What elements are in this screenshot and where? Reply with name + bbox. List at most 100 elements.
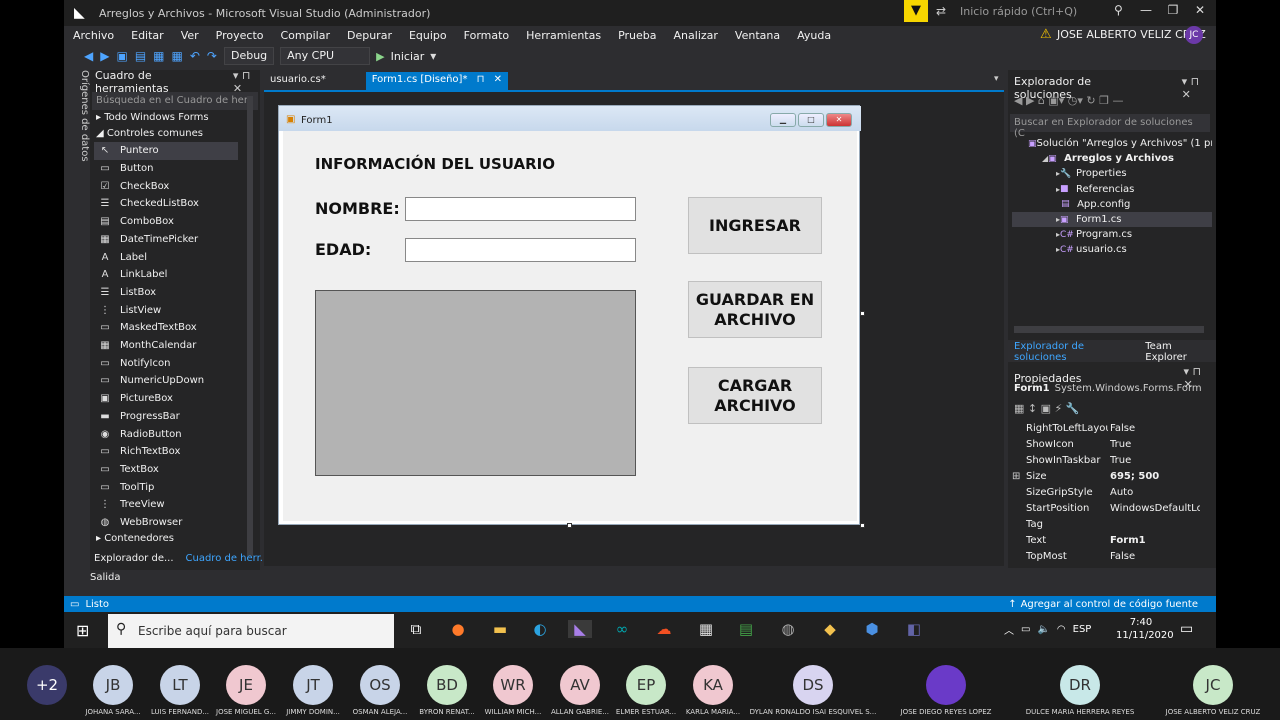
solution-search-input[interactable]: Buscar en Explorador de soluciones (C bbox=[1010, 114, 1210, 139]
menu-item-ayuda[interactable]: Ayuda bbox=[797, 29, 831, 42]
tab-toolbox[interactable]: Cuadro de herr... bbox=[186, 553, 270, 564]
game-controller-icon[interactable]: ◍ bbox=[776, 620, 800, 638]
file-explorer-icon[interactable]: ▬ bbox=[488, 620, 512, 638]
cloud-app-icon[interactable]: ☁ bbox=[652, 620, 676, 638]
menu-item-formato[interactable]: Formato bbox=[464, 29, 510, 42]
form1-window[interactable]: ▣ Form1 ▁ □ ✕ INFORMACIÓN DEL USUARIO NO… bbox=[278, 105, 861, 525]
new-project-icon[interactable]: ▣ bbox=[116, 49, 127, 63]
toolbox-item-textbox[interactable]: ▭ TextBox bbox=[94, 461, 238, 479]
user-avatar[interactable]: JC bbox=[1185, 26, 1203, 44]
solution-node[interactable]: ◢ ▣ Arreglos y Archivos bbox=[1012, 151, 1212, 166]
search-icon[interactable]: ⚲ bbox=[1114, 3, 1123, 17]
back-icon[interactable]: ◀ bbox=[84, 49, 93, 63]
resize-handle-bottom[interactable] bbox=[567, 523, 572, 528]
pin-icon[interactable]: ⊓ bbox=[477, 74, 485, 85]
tray-app-icon[interactable]: ▭ bbox=[1021, 624, 1030, 635]
toolbox-item-picturebox[interactable]: ▣ PictureBox bbox=[94, 390, 238, 408]
solution-node[interactable]: ▸ C# Program.cs bbox=[1012, 227, 1212, 242]
menu-item-ver[interactable]: Ver bbox=[181, 29, 199, 42]
toolbox-item-linklabel[interactable]: A LinkLabel bbox=[94, 266, 238, 284]
python-icon[interactable]: ◆ bbox=[818, 620, 842, 638]
forward-icon[interactable]: ▶ bbox=[100, 49, 109, 63]
close-window-button[interactable]: ✕ bbox=[1188, 3, 1212, 17]
solution-node[interactable]: ▸ ■ Referencias bbox=[1012, 182, 1212, 197]
toolbox-item-listview[interactable]: ⋮ ListView bbox=[94, 301, 238, 319]
toolbox-item-maskedtextbox[interactable]: ▭ MaskedTextBox bbox=[94, 319, 238, 337]
guardar-archivo-button[interactable]: GUARDAR EN ARCHIVO bbox=[688, 281, 822, 338]
live-share-icon[interactable]: ⇄ bbox=[936, 4, 946, 18]
participant-tile[interactable]: DS DYLAN RONALDO ISAI ESQUIVEL S... bbox=[747, 648, 879, 720]
start-button[interactable]: Iniciar bbox=[391, 50, 425, 63]
language-indicator[interactable]: ESP bbox=[1073, 624, 1092, 635]
property-row[interactable]: Text Form1 bbox=[1008, 535, 1200, 551]
clock[interactable]: 7:40 11/11/2020 bbox=[1116, 616, 1174, 642]
tab-solution-explorer[interactable]: Explorador de soluciones bbox=[1014, 341, 1135, 363]
config-dropdown[interactable]: Debug bbox=[223, 47, 275, 65]
heading-label[interactable]: INFORMACIÓN DEL USUARIO bbox=[315, 155, 555, 173]
menu-item-depurar[interactable]: Depurar bbox=[347, 29, 392, 42]
menu-item-prueba[interactable]: Prueba bbox=[618, 29, 656, 42]
menu-item-proyecto[interactable]: Proyecto bbox=[216, 29, 264, 42]
toolbox-item-checkedlistbox[interactable]: ☰ CheckedListBox bbox=[94, 195, 238, 213]
participant-tile[interactable]: LT LUIS FERNAND... bbox=[147, 648, 213, 720]
panel-menu-icon[interactable]: ▾ ⊓ ✕ bbox=[1182, 75, 1210, 101]
firefox-icon[interactable]: ● bbox=[446, 620, 470, 638]
solution-node[interactable]: ▸ ▣ Form1.cs bbox=[1012, 211, 1212, 228]
toolbox-item-treeview[interactable]: ⋮ TreeView bbox=[94, 496, 238, 514]
participant-tile[interactable]: KA KARLA MARIA... bbox=[680, 648, 746, 720]
notifications-icon[interactable]: ▭ bbox=[1180, 621, 1193, 637]
participant-tile[interactable]: OS OSMAN ALEJA... bbox=[347, 648, 413, 720]
windows-start-icon[interactable]: ⊞ bbox=[76, 621, 89, 640]
expand-icon[interactable]: ⊞ bbox=[1012, 471, 1020, 482]
toolbox-search-input[interactable]: Búsqueda en el Cuadro de her bbox=[92, 92, 258, 110]
menu-item-analizar[interactable]: Analizar bbox=[674, 29, 718, 42]
toolbox-item-combobox[interactable]: ▤ ComboBox bbox=[94, 213, 238, 231]
tab-overflow-icon[interactable]: ▾ bbox=[994, 74, 999, 84]
maximize-button[interactable]: ❐ bbox=[1161, 3, 1185, 17]
edad-textbox[interactable] bbox=[405, 238, 636, 262]
menu-item-compilar[interactable]: Compilar bbox=[281, 29, 330, 42]
app-icon[interactable]: ▦ bbox=[694, 620, 718, 638]
shield-icon[interactable]: ⬢ bbox=[860, 620, 884, 638]
wifi-icon[interactable]: ◠ bbox=[1057, 624, 1066, 635]
toolbox-item-puntero[interactable]: ↖ Puntero bbox=[94, 142, 238, 160]
participant-tile[interactable]: JB JOHANA SARA... bbox=[80, 648, 146, 720]
menu-item-equipo[interactable]: Equipo bbox=[409, 29, 447, 42]
toolbox-item-progressbar[interactable]: ▬ ProgressBar bbox=[94, 408, 238, 426]
resize-handle-right[interactable] bbox=[860, 311, 865, 316]
redo-icon[interactable]: ↷ bbox=[207, 49, 217, 63]
taskbar-search-input[interactable]: Escribe aquí para buscar bbox=[108, 614, 394, 648]
solution-hscrollbar[interactable] bbox=[1014, 326, 1204, 333]
ingresar-button[interactable]: INGRESAR bbox=[688, 197, 822, 254]
property-row[interactable]: SizeGripStyle Auto bbox=[1008, 487, 1200, 503]
cargar-archivo-button[interactable]: CARGAR ARCHIVO bbox=[688, 367, 822, 424]
minimize-button[interactable]: — bbox=[1134, 3, 1158, 17]
platform-dropdown[interactable]: Any CPU bbox=[280, 47, 371, 65]
teams-icon[interactable]: ◧ bbox=[902, 620, 926, 638]
solution-explorer-toolbar[interactable]: ◀ ▶ ⌂ ▣▾ ◷▾ ↻ ❐ — bbox=[1014, 94, 1124, 107]
edad-label[interactable]: EDAD: bbox=[315, 240, 371, 259]
close-tab-icon[interactable]: ✕ bbox=[494, 74, 502, 85]
solution-node[interactable]: ▸ C# usuario.cs bbox=[1012, 242, 1212, 257]
tray-chevron-icon[interactable]: ︿ bbox=[1004, 622, 1014, 637]
excel-icon[interactable]: ▤ bbox=[734, 620, 758, 638]
toolbox-item-label[interactable]: A Label bbox=[94, 248, 238, 266]
toolbox-item-numericupdown[interactable]: ▭ NumericUpDown bbox=[94, 372, 238, 390]
property-row[interactable]: StartPosition WindowsDefaultLo bbox=[1008, 503, 1200, 519]
participant-tile[interactable]: +2 bbox=[14, 648, 80, 720]
feedback-filter-icon[interactable]: ▼ bbox=[904, 0, 928, 22]
menu-item-archivo[interactable]: Archivo bbox=[73, 29, 114, 42]
property-row[interactable]: ⊞ Size 695; 500 bbox=[1008, 471, 1200, 487]
participant-tile[interactable]: AV ALLAN GABRIE... bbox=[547, 648, 613, 720]
solution-node[interactable]: ▣ Solución "Arreglos y Archivos" (1 proy bbox=[1012, 136, 1212, 151]
participant-tile[interactable]: JT JIMMY DOMIN... bbox=[280, 648, 346, 720]
property-row[interactable]: ShowInTaskbar True bbox=[1008, 455, 1200, 471]
tab-explorer[interactable]: Explorador de... bbox=[94, 553, 174, 564]
toolbox-item-button[interactable]: ▭ Button bbox=[94, 160, 238, 178]
tab-usuario-cs[interactable]: usuario.cs* bbox=[264, 72, 332, 90]
user-name[interactable]: JOSE ALBERTO VELIZ CRUZ bbox=[1057, 28, 1206, 41]
toolbox-item-radiobutton[interactable]: ◉ RadioButton bbox=[94, 425, 238, 443]
toolbox-item-datetimepicker[interactable]: ▦ DateTimePicker bbox=[94, 231, 238, 249]
visual-studio-taskbar-icon[interactable]: ◣ bbox=[568, 620, 592, 638]
toolbox-item-notifyicon[interactable]: ▭ NotifyIcon bbox=[94, 354, 238, 372]
